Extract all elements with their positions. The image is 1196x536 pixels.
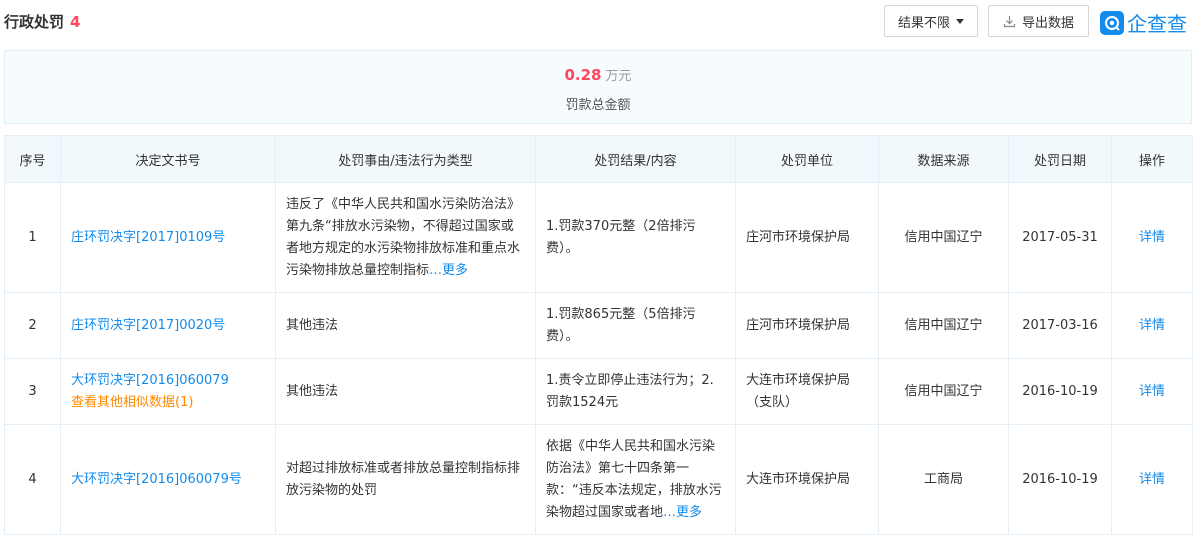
column-header-result: 处罚结果/内容: [535, 135, 736, 183]
row-reason-cell: 其他违法: [275, 292, 536, 359]
download-icon: [1003, 15, 1016, 27]
qichacha-logo-icon: [1100, 10, 1124, 35]
result-filter-label: 结果不限: [897, 15, 950, 31]
row-doc-no-cell: 大环罚决字[2016]060079号: [60, 424, 276, 535]
table-row: 2 庄环罚决字[2017]0020号 其他违法 1.罚款865元整（5倍排污费）…: [4, 292, 1193, 359]
row-index: 2: [4, 292, 61, 359]
row-action-cell: 详情: [1111, 182, 1193, 293]
row-reason-cell: 其他违法: [275, 358, 536, 425]
row-index: 4: [4, 424, 61, 535]
row-result-text: 1.责令立即停止违法行为；2.罚款1524元: [546, 372, 714, 410]
row-result-cell: 1.罚款370元整（2倍排污费）。: [535, 182, 736, 293]
row-date: 2016-10-19: [1008, 358, 1112, 425]
fine-total-label: 罚款总金额: [565, 98, 631, 113]
row-date: 2017-03-16: [1008, 292, 1112, 359]
column-header-date: 处罚日期: [1008, 135, 1112, 183]
row-reason-cell: 对超过排放标准或者排放总量控制指标排放污染物的处罚: [275, 424, 536, 535]
logo-text: 企查查: [1127, 12, 1187, 36]
penalty-table: 序号 决定文书号 处罚事由/违法行为类型 处罚结果/内容 处罚单位 数据来源 处…: [4, 135, 1193, 535]
detail-link[interactable]: 详情: [1139, 472, 1165, 487]
row-unit: 大连市环境保护局: [735, 424, 879, 535]
row-unit: 庄河市环境保护局: [735, 182, 879, 293]
row-doc-no-cell: 大环罚决字[2016]060079 查看其他相似数据(1): [60, 358, 276, 425]
fine-summary-panel: 0.28 万元 罚款总金额: [4, 50, 1192, 124]
row-date: 2016-10-19: [1008, 424, 1112, 535]
row-result-text: 1.罚款370元整（2倍排污费）。: [546, 218, 696, 256]
section-title: 行政处罚 4: [4, 11, 80, 32]
row-action-cell: 详情: [1111, 292, 1193, 359]
fine-total-amount: 0.28 万元: [5, 65, 1191, 84]
doc-no-link[interactable]: 庄环罚决字[2017]0109号: [71, 230, 225, 245]
row-unit: 庄河市环境保护局: [735, 292, 879, 359]
row-doc-no-cell: 庄环罚决字[2017]0020号: [60, 292, 276, 359]
doc-no-link[interactable]: 庄环罚决字[2017]0020号: [71, 318, 225, 333]
row-unit: 大连市环境保护局（支队）: [735, 358, 879, 425]
fine-total-unit: 万元: [605, 69, 632, 84]
table-row: 1 庄环罚决字[2017]0109号 违反了《中华人民共和国水污染防治法》第九条…: [4, 182, 1193, 293]
row-source: 信用中国辽宁: [878, 292, 1009, 359]
row-source: 信用中国辽宁: [878, 182, 1009, 293]
row-action-cell: 详情: [1111, 424, 1193, 535]
row-result-cell: 依据《中华人民共和国水污染防治法》第七十四条第一款：“违反本法规定，排放水污染物…: [535, 424, 736, 535]
column-header-source: 数据来源: [878, 135, 1009, 183]
table-row: 4 大环罚决字[2016]060079号 对超过排放标准或者排放总量控制指标排放…: [4, 424, 1193, 535]
qichacha-logo: 企查查: [1100, 8, 1187, 37]
fine-total-value: 0.28: [564, 66, 602, 84]
detail-link[interactable]: 详情: [1139, 384, 1165, 399]
column-header-action: 操作: [1111, 135, 1193, 183]
row-index: 3: [4, 358, 61, 425]
doc-no-link[interactable]: 大环罚决字[2016]060079: [71, 370, 265, 392]
row-reason-text: 其他违法: [286, 317, 339, 333]
row-doc-no-cell: 庄环罚决字[2017]0109号: [60, 182, 276, 293]
section-header: 行政处罚 4 结果不限 导出数据 企查查: [0, 0, 1196, 44]
table-row: 3 大环罚决字[2016]060079 查看其他相似数据(1) 其他违法 1.责…: [4, 358, 1193, 425]
row-result-cell: 1.罚款865元整（5倍排污费）。: [535, 292, 736, 359]
record-count: 4: [70, 13, 81, 31]
row-action-cell: 详情: [1111, 358, 1193, 425]
column-header-doc-no: 决定文书号: [60, 135, 276, 183]
column-header-unit: 处罚单位: [735, 135, 879, 183]
caret-down-icon: [956, 18, 964, 24]
row-reason-cell: 违反了《中华人民共和国水污染防治法》第九条“排放水污染物，不得超过国家或者地方规…: [275, 182, 536, 293]
export-data-label: 导出数据: [1021, 15, 1074, 31]
row-result-text: 1.罚款865元整（5倍排污费）。: [546, 306, 696, 344]
reason-more-link[interactable]: …更多: [429, 263, 468, 278]
similar-data-link[interactable]: 查看其他相似数据(1): [71, 392, 265, 414]
row-reason-text: 违反了《中华人民共和国水污染防治法》第九条“排放水污染物，不得超过国家或者地方规…: [286, 196, 521, 278]
row-source: 信用中国辽宁: [878, 358, 1009, 425]
doc-no-link[interactable]: 大环罚决字[2016]060079号: [71, 472, 242, 487]
column-header-reason: 处罚事由/违法行为类型: [275, 135, 536, 183]
row-date: 2017-05-31: [1008, 182, 1112, 293]
column-header-index: 序号: [4, 135, 61, 183]
row-index: 1: [4, 182, 61, 293]
detail-link[interactable]: 详情: [1139, 230, 1165, 245]
result-filter-dropdown[interactable]: 结果不限: [884, 5, 978, 37]
row-result-cell: 1.责令立即停止违法行为；2.罚款1524元: [535, 358, 736, 425]
row-reason-text: 对超过排放标准或者排放总量控制指标排放污染物的处罚: [286, 460, 521, 498]
result-more-link[interactable]: …更多: [663, 505, 702, 520]
detail-link[interactable]: 详情: [1139, 318, 1165, 333]
export-data-button[interactable]: 导出数据: [988, 5, 1089, 37]
row-reason-text: 其他违法: [286, 383, 339, 399]
table-header-row: 序号 决定文书号 处罚事由/违法行为类型 处罚结果/内容 处罚单位 数据来源 处…: [4, 135, 1193, 183]
section-title-text: 行政处罚: [4, 13, 65, 31]
row-source: 工商局: [878, 424, 1009, 535]
